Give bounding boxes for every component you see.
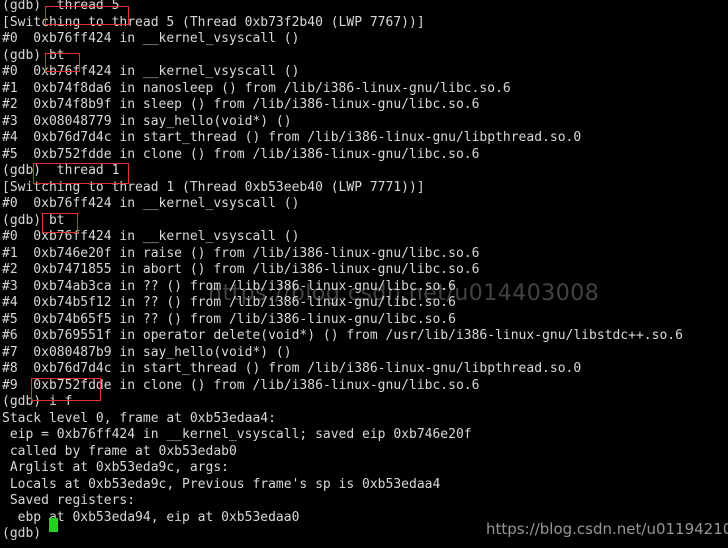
line-switch-thread5: [Switching to thread 5 (Thread 0xb73f2b4… [2,14,425,30]
line-t5-f4: #4 0xb76d7d4c in start_thread () from /l… [2,130,582,145]
line-stack-level: Stack level 0, frame at 0xb53edaa4: [2,410,276,426]
line-t1-f1: #1 0xb746e20f in raise () from /lib/i386… [2,245,480,261]
line-t1-f4: #4 0xb74b5f12 in ?? () from /lib/i386-li… [2,295,456,310]
line-t5-f3: #3 0x08048779 in say_hello(void*) () [2,113,292,129]
line-arglist: Arglist at 0xb53eda9c, args: [2,460,229,475]
line-t1-f0: #0 0xb76ff424 in __kernel_vsyscall () [2,229,300,244]
terminal-output: top of the history, top of the history.(… [0,0,728,543]
line-frame0-t1: #0 0xb76ff424 in __kernel_vsyscall () [2,196,300,211]
line-cmd-thread1: (gdb) thread 1 [2,163,120,178]
line-cmd-bt-1: (gdb) bt [2,47,65,63]
line-t5-f5: #5 0xb752fdde in clone () from /lib/i386… [2,146,480,162]
line-called-by: called by frame at 0xb53edab0 [2,443,237,459]
line-t5-f2: #2 0xb74f8b9f in sleep () from /lib/i386… [2,97,480,112]
line-t5-f0: #0 0xb76ff424 in __kernel_vsyscall () [2,64,300,79]
line-locals: Locals at 0xb53eda9c, Previous frame's s… [2,476,441,492]
line-t1-f8: #8 0xb76d7d4c in start_thread () from /l… [2,361,582,376]
line-t1-f3: #3 0xb74ab3ca in ?? () from /lib/i386-li… [2,278,456,294]
line-prompt-final: (gdb) [2,526,49,541]
line-t5-f1: #1 0xb74f8da6 in nanosleep () from /lib/… [2,80,511,96]
line-cmd-bt-2: (gdb) bt [2,212,65,228]
line-frame0-t5: #0 0xb76ff424 in __kernel_vsyscall () [2,31,300,46]
line-switch-thread1: [Switching to thread 1 (Thread 0xb53eeb4… [2,179,425,195]
line-t1-f6: #6 0xb769551f in operator delete(void*) … [2,328,683,343]
line-saved-registers: Saved registers: [2,493,136,508]
line-t1-f9: #9 0xb752fdde in clone () from /lib/i386… [2,377,480,393]
line-t1-f5: #5 0xb74b65f5 in ?? () from /lib/i386-li… [2,311,456,327]
terminal-window[interactable]: top of the history, top of the history.(… [0,0,728,548]
line-cmd-thread5: (gdb) thread 5 [2,0,120,13]
line-t1-f2: #2 0xb7471855 in abort () from /lib/i386… [2,262,480,277]
line-ebp-eip: ebp at 0xb53eda94, eip at 0xb53edaa0 [2,509,300,525]
line-t1-f7: #7 0x080487b9 in say_hello(void*) () [2,344,292,360]
terminal-cursor [49,518,58,532]
line-cmd-info-frame: (gdb) i f [2,394,73,409]
line-eip: eip = 0xb76ff424 in __kernel_vsyscall; s… [2,427,472,442]
